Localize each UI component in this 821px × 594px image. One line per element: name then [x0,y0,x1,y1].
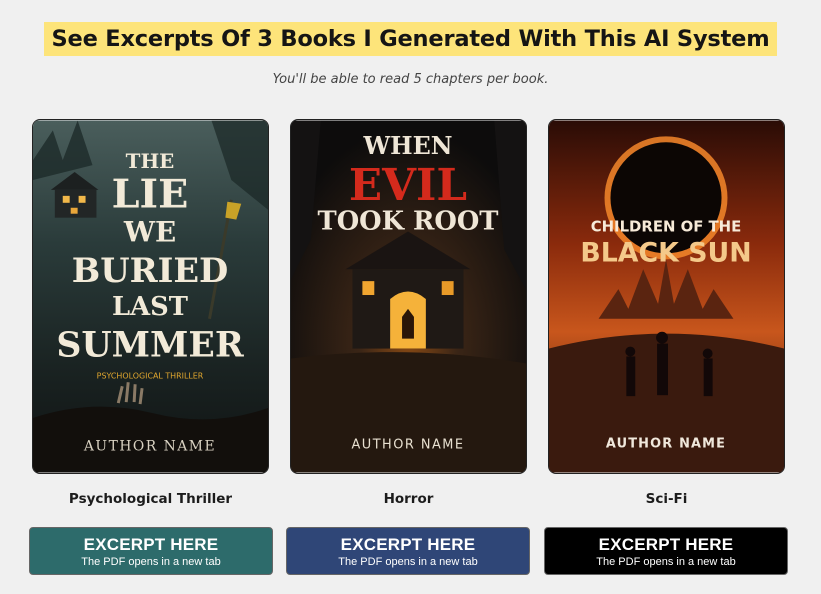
thriller-cover-art: THE LIE WE BURIED LAST SUMMER PSYCHOLOGI… [33,120,268,473]
genre-label-horror: Horror [383,491,434,507]
book-cover-horror[interactable]: WHEN EVIL TOOK ROOT AUTHOR NAME [290,119,527,474]
thriller-author: AUTHOR NAME [83,439,216,455]
excerpt-button-note: The PDF opens in a new tab [81,556,221,568]
book-cover-scifi[interactable]: CHILDREN OF THE BLACK SUN AUTHOR NAME [548,119,785,474]
thriller-title-line: BURIED [72,250,229,290]
excerpt-button-scifi[interactable]: EXCERPT HERE The PDF opens in a new tab [544,527,788,575]
excerpt-button-label: EXCERPT HERE [598,535,734,554]
horror-cover-art: WHEN EVIL TOOK ROOT AUTHOR NAME [291,120,526,473]
excerpt-button-horror[interactable]: EXCERPT HERE The PDF opens in a new tab [286,527,530,575]
scifi-cover-art: CHILDREN OF THE BLACK SUN AUTHOR NAME [549,120,784,473]
thriller-title-line: SUMMER [56,324,245,365]
excerpt-button-note: The PDF opens in a new tab [338,556,478,568]
scifi-title-line: BLACK SUN [580,237,751,268]
genre-label-thriller: Psychological Thriller [68,491,233,507]
thriller-title-line: LAST [112,292,188,322]
excerpt-button-note: The PDF opens in a new tab [596,556,736,568]
genre-label-scifi: Sci-Fi [645,491,688,507]
thriller-title-line: THE [126,149,175,173]
page-subtitle: You'll be able to read 5 chapters per bo… [272,72,549,87]
scifi-author: AUTHOR NAME [606,437,726,452]
scifi-title-line: CHILDREN OF THE [591,218,742,236]
excerpt-button-label: EXCERPT HERE [83,535,219,554]
horror-author: AUTHOR NAME [352,438,465,453]
page-heading: See Excerpts Of 3 Books I Generated With… [43,22,778,56]
horror-title-line: EVIL [349,160,467,211]
horror-title-line: WHEN [362,132,452,160]
excerpt-button-label: EXCERPT HERE [340,535,476,554]
book-cover-thriller[interactable]: THE LIE WE BURIED LAST SUMMER PSYCHOLOGI… [32,119,269,474]
horror-title-line: TOOK ROOT [318,207,499,237]
thriller-title-line: WE [123,215,176,248]
thriller-tagline: PSYCHOLOGICAL THRILLER [97,371,204,380]
excerpt-button-thriller[interactable]: EXCERPT HERE The PDF opens in a new tab [29,527,273,575]
thriller-title-line: LIE [112,172,189,218]
heading-container: See Excerpts Of 3 Books I Generated With… [0,22,821,56]
